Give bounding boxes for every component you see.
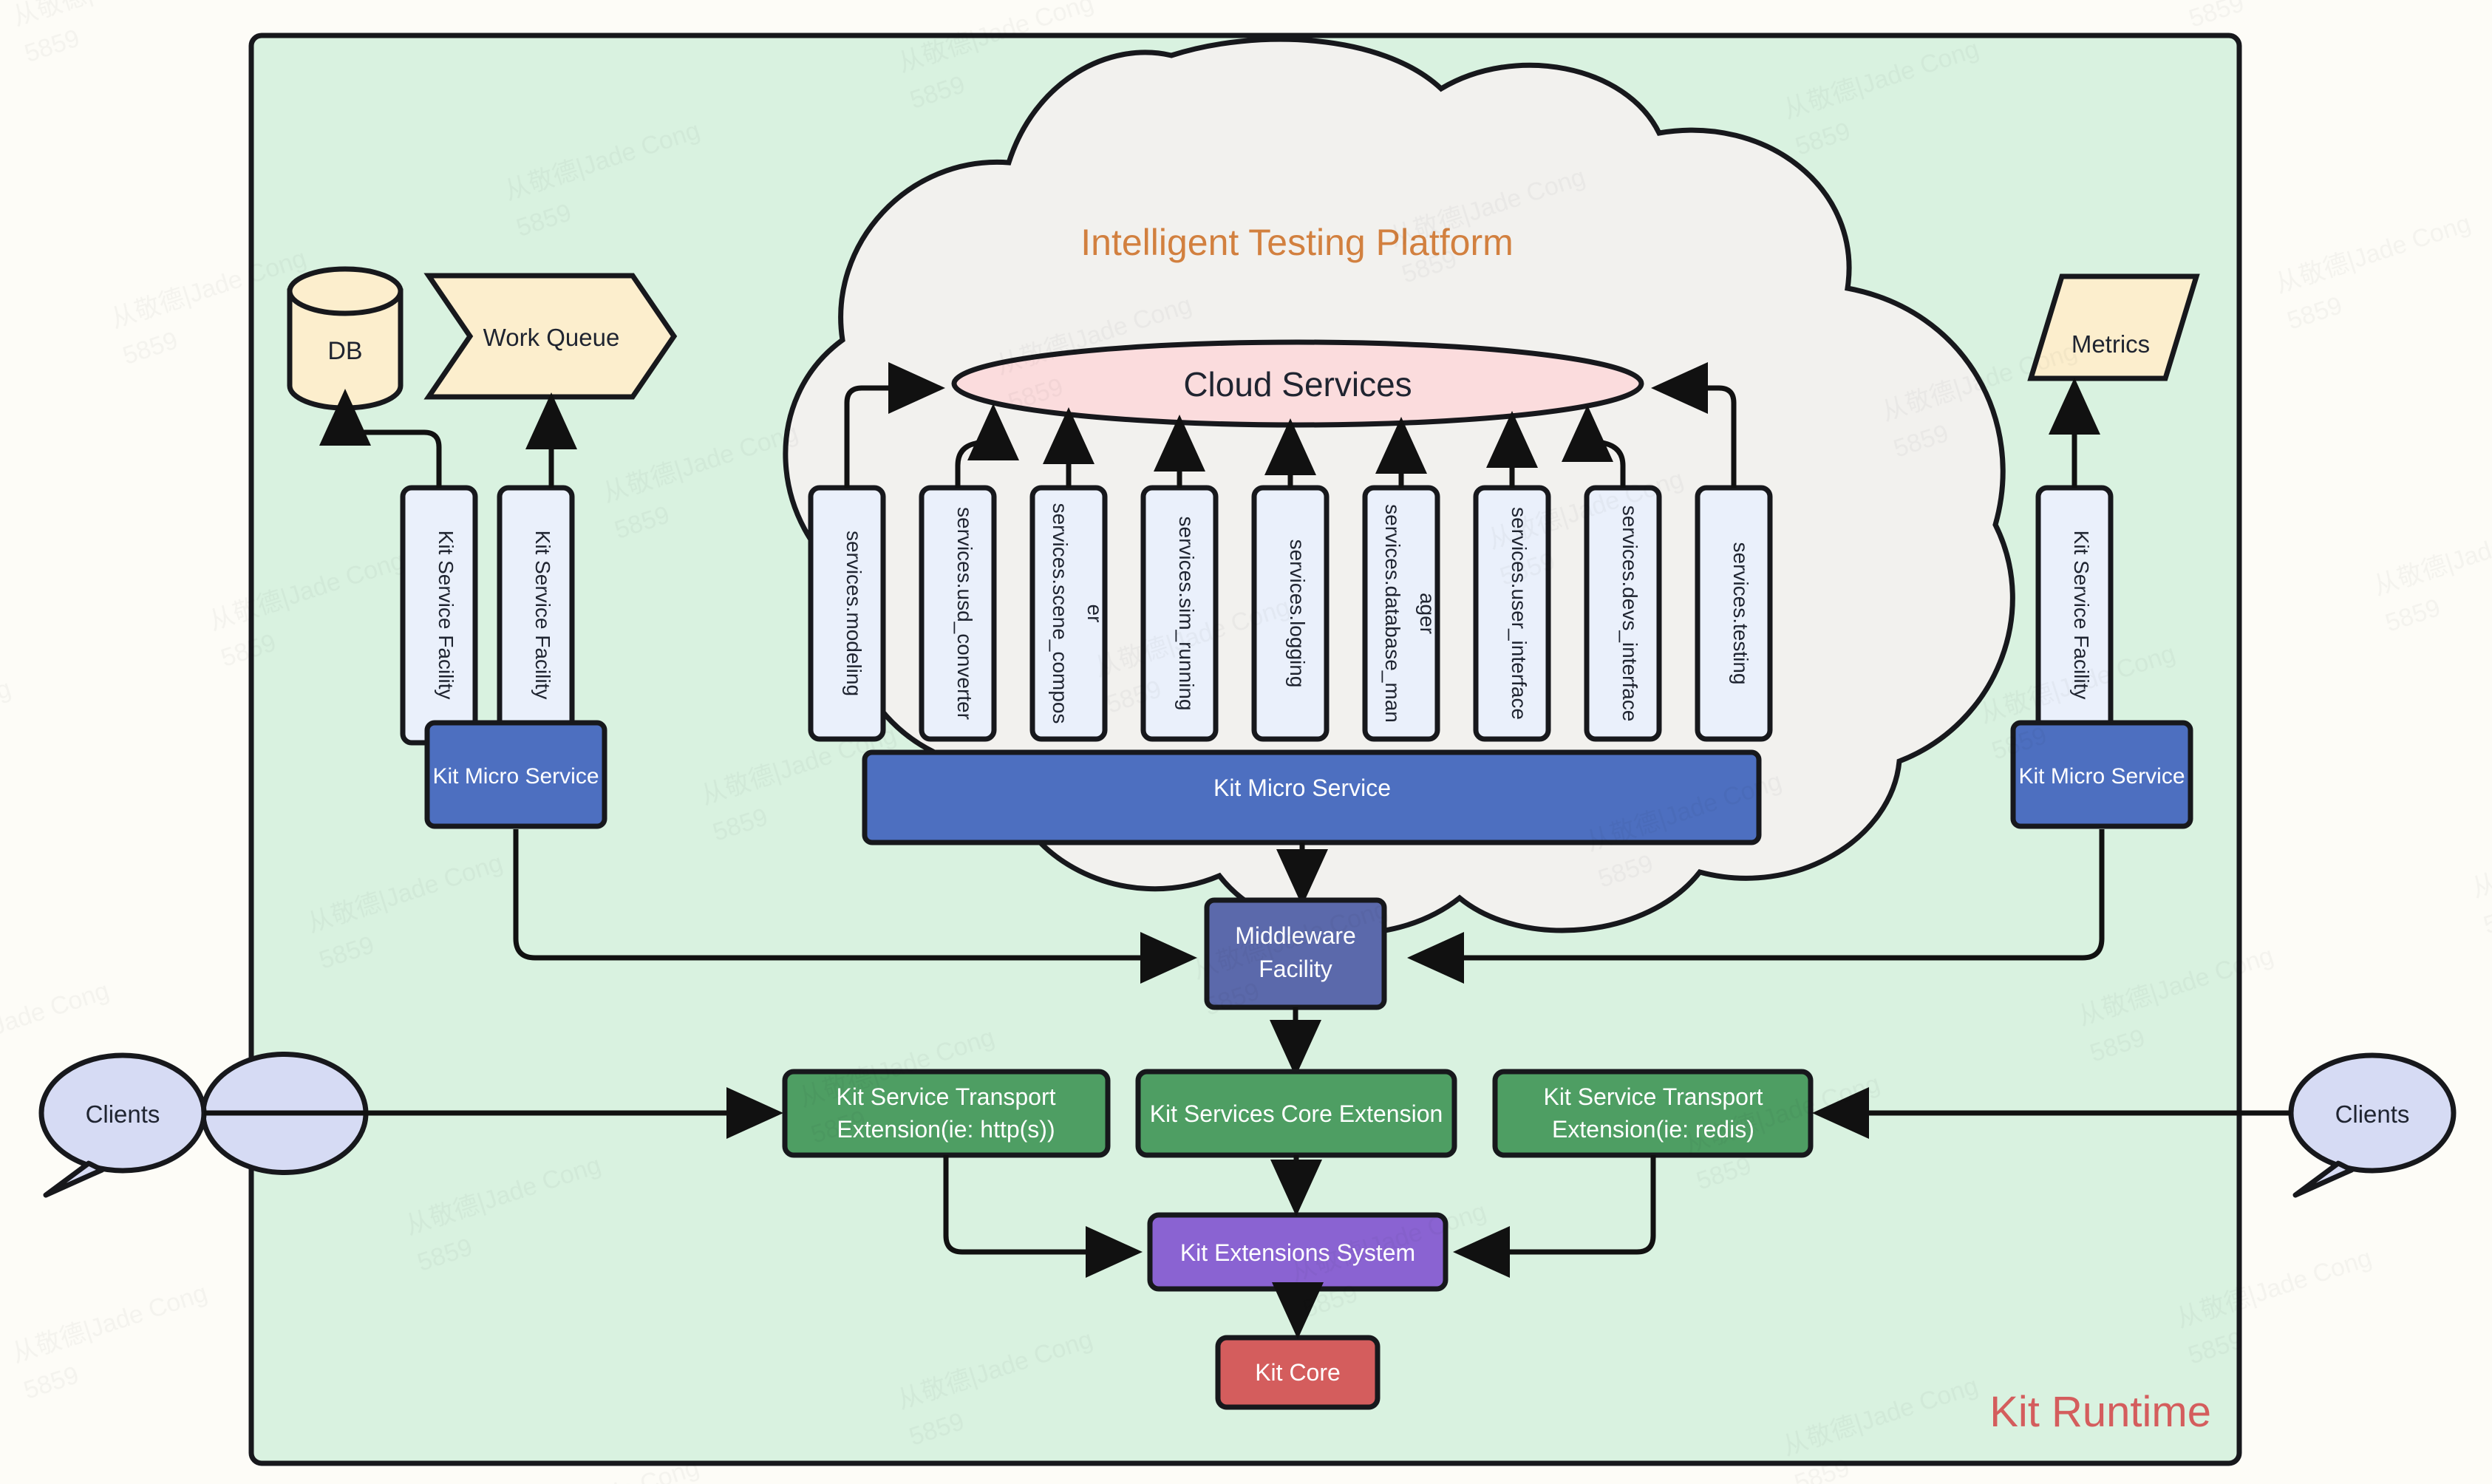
diagram-canvas: 从敬德|Jade Cong 5859 Intelligent Testing P… [0,0,2492,1484]
clients-left-label: Clients [86,1100,160,1128]
kit-services-core-extension-label: Kit Services Core Extension [1150,1100,1443,1127]
service-label-testing: services.testing [1729,542,1752,685]
left-kit-service-facility-b-label: Kit Service Facility [531,531,554,700]
service-label-scene-composer: services.scene_compos [1049,503,1072,724]
cloud-services-label: Cloud Services [1183,365,1412,404]
architecture-diagram: 从敬德|Jade Cong 5859 Intelligent Testing P… [0,0,2492,1484]
kit-core-label: Kit Core [1255,1359,1341,1386]
kit-service-transport-http-line2: Extension(ie: http(s)) [837,1116,1055,1143]
middleware-facility-box[interactable] [1204,897,1387,1010]
service-label-devs-interface: services.devs_interface [1618,506,1641,722]
kit-runtime-label: Kit Runtime [1989,1388,2211,1436]
service-label-database-manager-wrap: ager [1416,593,1439,634]
middleware-facility-label-line2: Facility [1259,956,1332,982]
metrics-label: Metrics [2071,330,2150,358]
kit-service-transport-redis-line2: Extension(ie: redis) [1552,1116,1754,1143]
service-label-user-interface: services.user_interface [1508,507,1531,720]
db-label: DB [327,337,362,365]
service-label-scene-composer-wrap: er [1083,605,1106,623]
clients-right-label: Clients [2335,1100,2410,1128]
right-kit-micro-service-label: Kit Micro Service [2018,764,2185,789]
service-label-database-manager: services.database_man [1381,504,1404,723]
cloud-title: Intelligent Testing Platform [1080,222,1514,263]
work-queue-label: Work Queue [483,324,620,351]
service-label-usd-converter: services.usd_converter [953,507,976,720]
left-kit-service-facility-a-label: Kit Service Facility [435,531,457,700]
middleware-facility-label-line1: Middleware [1235,922,1356,949]
service-label-modeling: services.modeling [842,531,865,696]
service-label-sim-running: services.sim_running [1175,517,1198,711]
left-kit-micro-service-label: Kit Micro Service [432,764,599,789]
right-kit-service-facility-label: Kit Service Facility [2070,531,2093,700]
kit-service-transport-redis-line1: Kit Service Transport [1544,1083,1763,1110]
platform-kit-micro-service-label: Kit Micro Service [1213,775,1391,801]
kit-service-transport-http-line1: Kit Service Transport [837,1083,1056,1110]
service-label-logging: services.logging [1286,540,1309,688]
kit-extensions-system-label: Kit Extensions System [1180,1239,1415,1266]
metrics-shape[interactable] [2027,273,2200,381]
